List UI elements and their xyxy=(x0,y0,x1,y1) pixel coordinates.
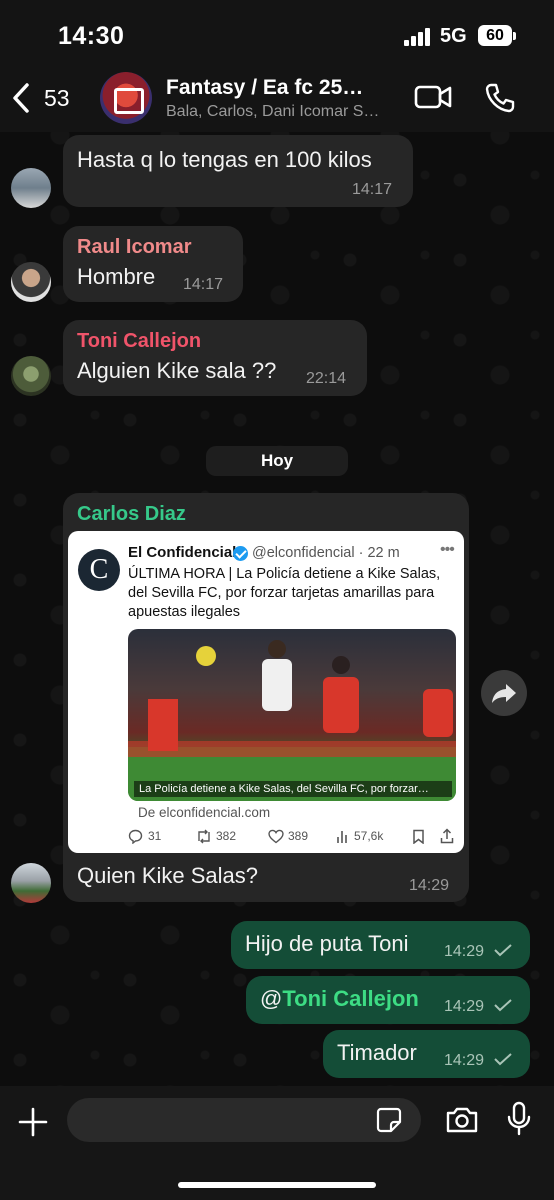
tweet-handle: @elconfidencial · 22 m xyxy=(252,545,400,561)
message-bubble[interactable]: Raul Icomar Hombre 14:17 xyxy=(63,226,243,302)
status-bar: 14:30 5G 60 xyxy=(0,0,554,70)
bookmark-icon[interactable] xyxy=(412,829,425,844)
avatar[interactable] xyxy=(11,356,51,396)
message-text: Hasta q lo tengas en 100 kilos xyxy=(77,147,372,172)
outgoing-message[interactable]: @Toni Callejon 14:29 xyxy=(246,976,530,1024)
camera-icon[interactable] xyxy=(445,1106,479,1134)
plus-icon[interactable] xyxy=(18,1107,48,1137)
message-text: Hombre xyxy=(77,264,156,289)
tweet-text: ÚLTIMA HORA | La Policía detiene a Kike … xyxy=(128,566,441,620)
message-bubble[interactable]: Hasta q lo tengas en 100 kilos 14:17 xyxy=(63,135,413,207)
sender-name: Carlos Diaz xyxy=(77,503,186,525)
reply-icon[interactable] xyxy=(128,829,143,844)
mention-at: @ xyxy=(260,986,283,1011)
check-icon xyxy=(494,944,512,957)
reply-count: 31 xyxy=(148,829,162,843)
link-source[interactable]: De elconfidencial.com xyxy=(138,805,270,820)
group-avatar[interactable] xyxy=(100,72,152,124)
day-separator: Hoy xyxy=(206,446,348,476)
repost-icon[interactable] xyxy=(196,829,212,844)
tweet-image[interactable]: La Policía detiene a Kike Salas, del Sev… xyxy=(128,629,456,801)
repost-count: 382 xyxy=(216,829,237,843)
forward-icon xyxy=(492,684,516,703)
views-icon[interactable] xyxy=(336,829,350,844)
composer-bar xyxy=(0,1086,554,1200)
sender-name: Toni Callejon xyxy=(77,330,202,352)
chevron-left-icon[interactable] xyxy=(10,82,32,114)
status-time: 14:30 xyxy=(58,22,125,50)
more-icon[interactable]: ••• xyxy=(440,541,455,559)
sender-name: Raul Icomar xyxy=(77,236,192,258)
message-time: 14:29 xyxy=(444,1052,485,1069)
network-label: 5G xyxy=(440,25,467,47)
image-caption: La Policía detiene a Kike Salas, del Sev… xyxy=(134,781,452,797)
message-time: 14:29 xyxy=(444,998,485,1015)
like-icon[interactable] xyxy=(268,829,284,844)
tweet-author: El Confidencial xyxy=(128,544,237,561)
message-time: 14:17 xyxy=(183,276,224,293)
avatar[interactable] xyxy=(11,262,51,302)
message-text: Quien Kike Salas? xyxy=(77,863,258,888)
mention-text: @Toni Callejon xyxy=(260,986,419,1012)
message-time: 14:29 xyxy=(409,877,450,894)
check-icon xyxy=(494,1053,512,1066)
mention-name[interactable]: Toni Callejon xyxy=(282,986,418,1011)
tweet-card[interactable]: C El Confidencial @elconfidencial · 22 m… xyxy=(68,531,464,853)
sticker-icon[interactable] xyxy=(376,1107,402,1133)
phone-icon[interactable] xyxy=(484,82,516,114)
home-indicator[interactable] xyxy=(178,1182,376,1188)
message-time: 14:17 xyxy=(352,181,393,198)
message-text: Timador xyxy=(337,1040,417,1065)
football-photo xyxy=(128,640,456,801)
share-icon[interactable] xyxy=(440,828,454,844)
microphone-icon[interactable] xyxy=(507,1101,531,1137)
message-text: Hijo de puta Toni xyxy=(245,931,409,956)
unread-count[interactable]: 53 xyxy=(44,85,70,112)
verified-badge-icon xyxy=(233,546,248,561)
avatar[interactable] xyxy=(11,863,51,903)
battery-icon: 60 xyxy=(478,25,512,46)
message-time: 22:14 xyxy=(306,370,347,387)
message-time: 14:29 xyxy=(444,943,485,960)
outgoing-message[interactable]: Hijo de puta Toni 14:29 xyxy=(231,921,530,969)
message-input[interactable] xyxy=(67,1098,421,1142)
tweet-actions: 31 382 389 57,6k xyxy=(128,828,458,846)
battery-cap xyxy=(513,32,516,40)
outgoing-message[interactable]: Timador 14:29 xyxy=(323,1030,530,1078)
like-count: 389 xyxy=(288,829,309,843)
video-call-icon[interactable] xyxy=(414,84,452,110)
message-text: Alguien Kike sala ?? xyxy=(77,358,277,383)
avatar[interactable] xyxy=(11,168,51,208)
signal-icon xyxy=(404,28,434,46)
chat-participants[interactable]: Bala, Carlos, Dani Icomar S… xyxy=(166,103,406,121)
check-icon xyxy=(494,999,512,1012)
chat-title[interactable]: Fantasy / Ea fc 25… xyxy=(166,76,363,100)
forward-button[interactable] xyxy=(481,670,527,716)
chat-header: 53 Fantasy / Ea fc 25… Bala, Carlos, Dan… xyxy=(0,70,554,132)
message-bubble[interactable]: Toni Callejon Alguien Kike sala ?? 22:14 xyxy=(63,320,367,396)
views-count: 57,6k xyxy=(354,829,384,843)
publisher-logo: C xyxy=(78,549,120,591)
